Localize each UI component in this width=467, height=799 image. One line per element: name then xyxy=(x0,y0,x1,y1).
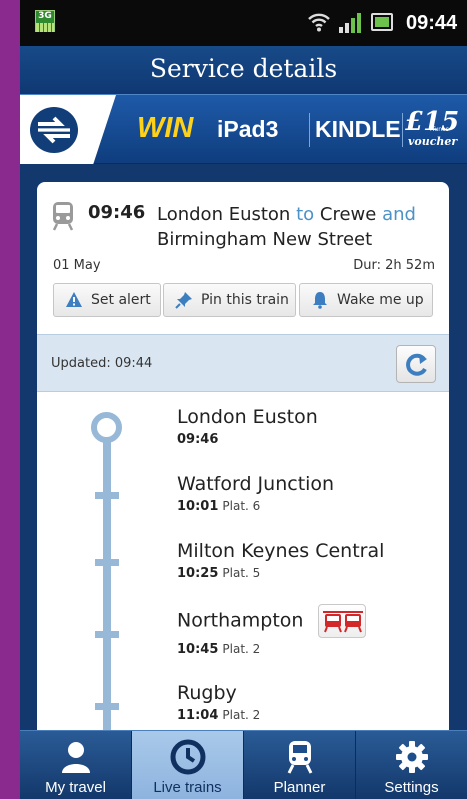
train-icon xyxy=(287,741,312,774)
stop-time: 11:04 xyxy=(177,708,219,723)
national-rail-logo xyxy=(20,95,116,165)
stop-name-row: Northampton xyxy=(177,604,366,638)
tab-label: My travel xyxy=(45,779,106,796)
wake-me-up-button[interactable]: Wake me up xyxy=(299,283,433,317)
origin-marker xyxy=(91,412,122,443)
status-bar: 3G 09:44 xyxy=(20,0,467,46)
set-alert-label: Set alert xyxy=(91,292,151,308)
banner-item-ipad: iPad3 xyxy=(217,116,279,142)
updated-label: Updated: 09:44 xyxy=(51,356,153,371)
stop-name: Northampton xyxy=(177,609,304,632)
double-arrow-icon xyxy=(38,116,70,144)
service-route: London Euston to Crewe and Birmingham Ne… xyxy=(157,202,442,252)
service-card: 09:46 London Euston to Crewe and Birming… xyxy=(37,182,449,742)
tab-live-trains[interactable]: Live trains xyxy=(132,731,243,799)
tab-label: Settings xyxy=(384,779,439,796)
stop-item[interactable]: Northampton 10:45 Plat. 2 xyxy=(177,604,366,657)
banner-voucher-word: voucher xyxy=(408,135,458,148)
service-date: 01 May xyxy=(53,258,101,273)
stop-item[interactable]: Milton Keynes Central 10:25 Plat. 5 xyxy=(177,540,384,581)
service-summary: 09:46 London Euston to Crewe and Birming… xyxy=(37,182,449,334)
pin-icon xyxy=(175,292,192,309)
route-origin: London Euston xyxy=(157,204,291,225)
service-duration: Dur: 2h 52m xyxy=(353,258,435,273)
stop-name: Rugby xyxy=(177,682,237,704)
stop-marker xyxy=(95,631,119,638)
gear-icon xyxy=(395,741,428,773)
calling-points: London Euston 09:46 Watford Junction 10:… xyxy=(37,392,449,742)
page-title: Service details xyxy=(149,54,338,83)
title-bar: Service details xyxy=(20,46,467,94)
person-icon xyxy=(61,742,90,773)
stop-item[interactable]: London Euston 09:46 xyxy=(177,406,318,447)
stop-item[interactable]: Rugby 11:04 Plat. 2 xyxy=(177,682,260,723)
stop-name: Watford Junction xyxy=(177,473,335,495)
pin-train-button[interactable]: Pin this train xyxy=(163,283,296,317)
stop-time: 10:25 xyxy=(177,566,219,581)
stop-name: Milton Keynes Central xyxy=(177,540,385,562)
banner-win: WIN xyxy=(137,112,194,144)
updated-bar: Updated: 09:44 xyxy=(37,334,449,392)
content-area: 09:46 London Euston to Crewe and Birming… xyxy=(20,164,467,742)
route-to-word: to xyxy=(296,204,315,225)
banner-item-kindle: KINDLE xyxy=(315,116,401,142)
battery-icon xyxy=(371,13,393,31)
route-line xyxy=(103,432,111,742)
tab-label: Live trains xyxy=(153,779,222,796)
tab-label: Planner xyxy=(273,779,326,796)
tab-my-travel[interactable]: My travel xyxy=(20,731,131,799)
wifi-icon xyxy=(308,13,330,32)
tab-settings[interactable]: Settings xyxy=(356,731,467,799)
signal-icon xyxy=(339,13,361,33)
clock-icon xyxy=(170,739,205,775)
warning-icon xyxy=(66,292,82,307)
stop-platform: Plat. 5 xyxy=(222,566,261,580)
network-label: 3G xyxy=(38,11,52,21)
stop-platform: Plat. 6 xyxy=(222,499,261,513)
refresh-button[interactable] xyxy=(396,345,436,383)
bottom-navigation: My travel Live trains Planner Settings xyxy=(20,730,467,799)
wake-me-up-label: Wake me up xyxy=(337,292,424,308)
stop-marker xyxy=(95,492,119,499)
replacement-bus-icon[interactable] xyxy=(317,604,366,638)
stop-time: 09:46 xyxy=(177,432,219,447)
departure-time: 09:46 xyxy=(88,202,146,223)
tab-planner[interactable]: Planner xyxy=(244,731,355,799)
set-alert-button[interactable]: Set alert xyxy=(53,283,161,317)
stop-platform: Plat. 2 xyxy=(222,708,261,722)
route-destination-2: Birmingham New Street xyxy=(157,229,373,250)
promo-banner[interactable]: WIN iPad3 KINDLE £15 iTunes voucher xyxy=(20,94,467,165)
phone-screen: 3G 09:44 Service details WIN iPad3 KINDL… xyxy=(20,0,467,799)
stop-item[interactable]: Watford Junction 10:01 Plat. 6 xyxy=(177,473,334,514)
route-destination-1: Crewe xyxy=(319,204,377,225)
bell-icon xyxy=(313,292,327,309)
network-3g-icon: 3G xyxy=(35,10,55,32)
stop-time: 10:01 xyxy=(177,499,219,514)
refresh-icon xyxy=(406,353,427,376)
pin-train-label: Pin this train xyxy=(201,292,289,308)
action-buttons: Set alert Pin this train Wake me up xyxy=(53,283,433,317)
status-time: 09:44 xyxy=(406,12,458,34)
banner-voucher-small: iTunes xyxy=(430,126,449,133)
stop-time: 10:45 xyxy=(177,642,219,657)
route-and-word: and xyxy=(382,204,416,225)
banner-divider xyxy=(402,113,403,147)
banner-divider xyxy=(309,113,310,147)
stop-name: London Euston xyxy=(177,406,318,428)
stop-marker xyxy=(95,703,119,710)
train-icon xyxy=(52,202,74,231)
stop-platform: Plat. 2 xyxy=(222,642,261,656)
stop-marker xyxy=(95,559,119,566)
